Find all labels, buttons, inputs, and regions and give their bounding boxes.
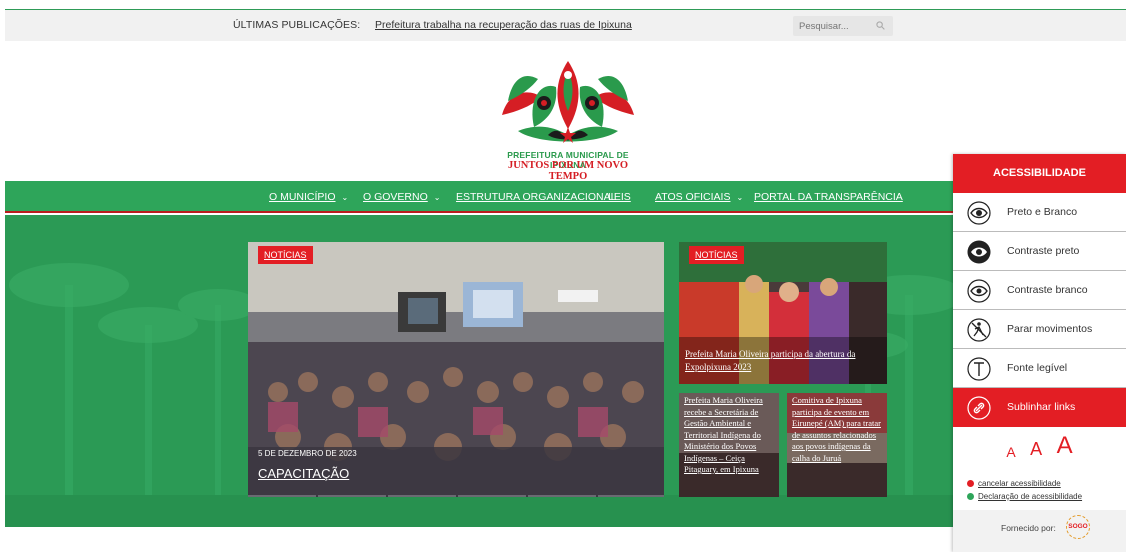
hero-section: NOTÍCIAS 5 DE DEZEMBRO DE 2023 CAPACITAÇ… bbox=[5, 215, 953, 527]
eye-outline-icon bbox=[967, 201, 991, 225]
accessibility-option-underline-links[interactable]: Sublinhar links bbox=[953, 388, 1126, 427]
eye-dark-icon bbox=[967, 240, 991, 264]
nav-item-transparencia[interactable]: PORTAL DA TRANSPARÊNCIA bbox=[754, 191, 903, 203]
site-logo[interactable]: PREFEITURA MUNICIPAL DE IPIXUNA JUNTOS P… bbox=[498, 57, 638, 182]
side-post-card-bottom-left[interactable]: Prefeita Maria Oliveira recebe a Secretá… bbox=[679, 393, 779, 497]
provided-by-label: Fornecido por: bbox=[1001, 523, 1056, 533]
accessibility-option-stop-motion[interactable]: Parar movimentos bbox=[953, 310, 1126, 349]
side-post-card-top[interactable]: NOTÍCIAS Prefeita Maria Oliveira partici… bbox=[679, 242, 887, 384]
category-tag[interactable]: NOTÍCIAS bbox=[258, 246, 313, 264]
latest-post-link[interactable]: Prefeitura trabalha na recuperação das r… bbox=[375, 19, 632, 31]
top-bar: ÚLTIMAS PUBLICAÇÕES: Prefeitura trabalha… bbox=[5, 9, 1126, 41]
info-icon bbox=[967, 493, 974, 500]
link-icon bbox=[967, 396, 991, 420]
font-size-medium-button[interactable]: A bbox=[1030, 439, 1042, 460]
stop-motion-icon bbox=[967, 318, 991, 342]
search-icon[interactable] bbox=[876, 21, 885, 30]
search-input[interactable] bbox=[793, 16, 873, 36]
post-title[interactable]: Prefeita Maria Oliveira participa da abe… bbox=[685, 348, 881, 374]
font-size-small-button[interactable]: A bbox=[1006, 444, 1015, 460]
accessibility-option-light-contrast[interactable]: Contraste branco bbox=[953, 271, 1126, 310]
nav-item-governo[interactable]: O GOVERNO ⌄ bbox=[363, 191, 440, 203]
nav-item-estrutura[interactable]: ESTRUTURA ORGANIZACIONAL bbox=[456, 191, 616, 203]
font-size-large-button[interactable]: A bbox=[1057, 432, 1073, 460]
accessibility-option-readable-font[interactable]: Fonte legível bbox=[953, 349, 1126, 388]
main-nav: O MUNICÍPIO ⌄ O GOVERNO ⌄ ESTRUTURA ORGANI… bbox=[5, 181, 953, 213]
accessibility-option-label: Contraste preto bbox=[1007, 245, 1080, 257]
post-title[interactable]: CAPACITAÇÃO bbox=[258, 466, 349, 481]
provider-logo[interactable]: SOGO bbox=[1066, 515, 1090, 539]
latest-posts-label: ÚLTIMAS PUBLICAÇÕES: bbox=[233, 19, 361, 31]
post-title[interactable]: Comitiva de Ipixuna participa de evento … bbox=[792, 395, 884, 464]
accessibility-option-label: Contraste branco bbox=[1007, 284, 1088, 296]
accessibility-option-label: Sublinhar links bbox=[1007, 401, 1076, 413]
nav-item-municipio[interactable]: O MUNICÍPIO ⌄ bbox=[269, 191, 348, 203]
accessibility-footer: Fornecido por: SOGO bbox=[953, 510, 1126, 552]
featured-post-card[interactable]: NOTÍCIAS 5 DE DEZEMBRO DE 2023 CAPACITAÇ… bbox=[248, 242, 664, 497]
chevron-down-icon: ⌄ bbox=[433, 193, 441, 202]
font-size-controls: A A A bbox=[953, 432, 1126, 462]
search-box bbox=[793, 16, 893, 36]
accessibility-option-grayscale[interactable]: Preto e Branco bbox=[953, 193, 1126, 232]
chevron-down-icon: ⌄ bbox=[736, 193, 744, 202]
font-t-icon bbox=[967, 357, 991, 381]
nav-item-atos-oficiais[interactable]: ATOS OFICIAIS ⌄ bbox=[655, 191, 743, 203]
accessibility-option-dark-contrast[interactable]: Contraste preto bbox=[953, 232, 1126, 271]
category-tag[interactable]: NOTÍCIAS bbox=[689, 246, 744, 264]
post-date: 5 DE DEZEMBRO DE 2023 bbox=[258, 449, 357, 458]
accessibility-option-label: Fonte legível bbox=[1007, 362, 1068, 374]
accessibility-panel: ACESSIBILIDADE Preto e Branco Contraste … bbox=[953, 154, 1126, 552]
chevron-down-icon: ⌄ bbox=[341, 193, 349, 202]
eye-light-icon bbox=[967, 279, 991, 303]
nav-item-leis[interactable]: LEIS bbox=[608, 191, 631, 203]
accessibility-declaration-link[interactable]: Declaração de acessibilidade bbox=[967, 492, 1082, 501]
accessibility-title: ACESSIBILIDADE bbox=[953, 154, 1126, 193]
logo-slogan: JUNTOS POR UM NOVO TEMPO bbox=[507, 160, 629, 182]
cancel-icon bbox=[967, 480, 974, 487]
accessibility-option-label: Preto e Branco bbox=[1007, 206, 1078, 218]
post-title[interactable]: Prefeita Maria Oliveira recebe a Secretá… bbox=[684, 395, 776, 476]
logo-emblem bbox=[502, 61, 634, 143]
featured-post-image bbox=[248, 242, 664, 497]
side-post-card-bottom-right[interactable]: Comitiva de Ipixuna participa de evento … bbox=[787, 393, 887, 497]
accessibility-option-label: Parar movimentos bbox=[1007, 323, 1093, 335]
cancel-accessibility-link[interactable]: cancelar acessibilidade bbox=[967, 479, 1061, 488]
page: ÚLTIMAS PUBLICAÇÕES: Prefeitura trabalha… bbox=[0, 0, 1126, 552]
